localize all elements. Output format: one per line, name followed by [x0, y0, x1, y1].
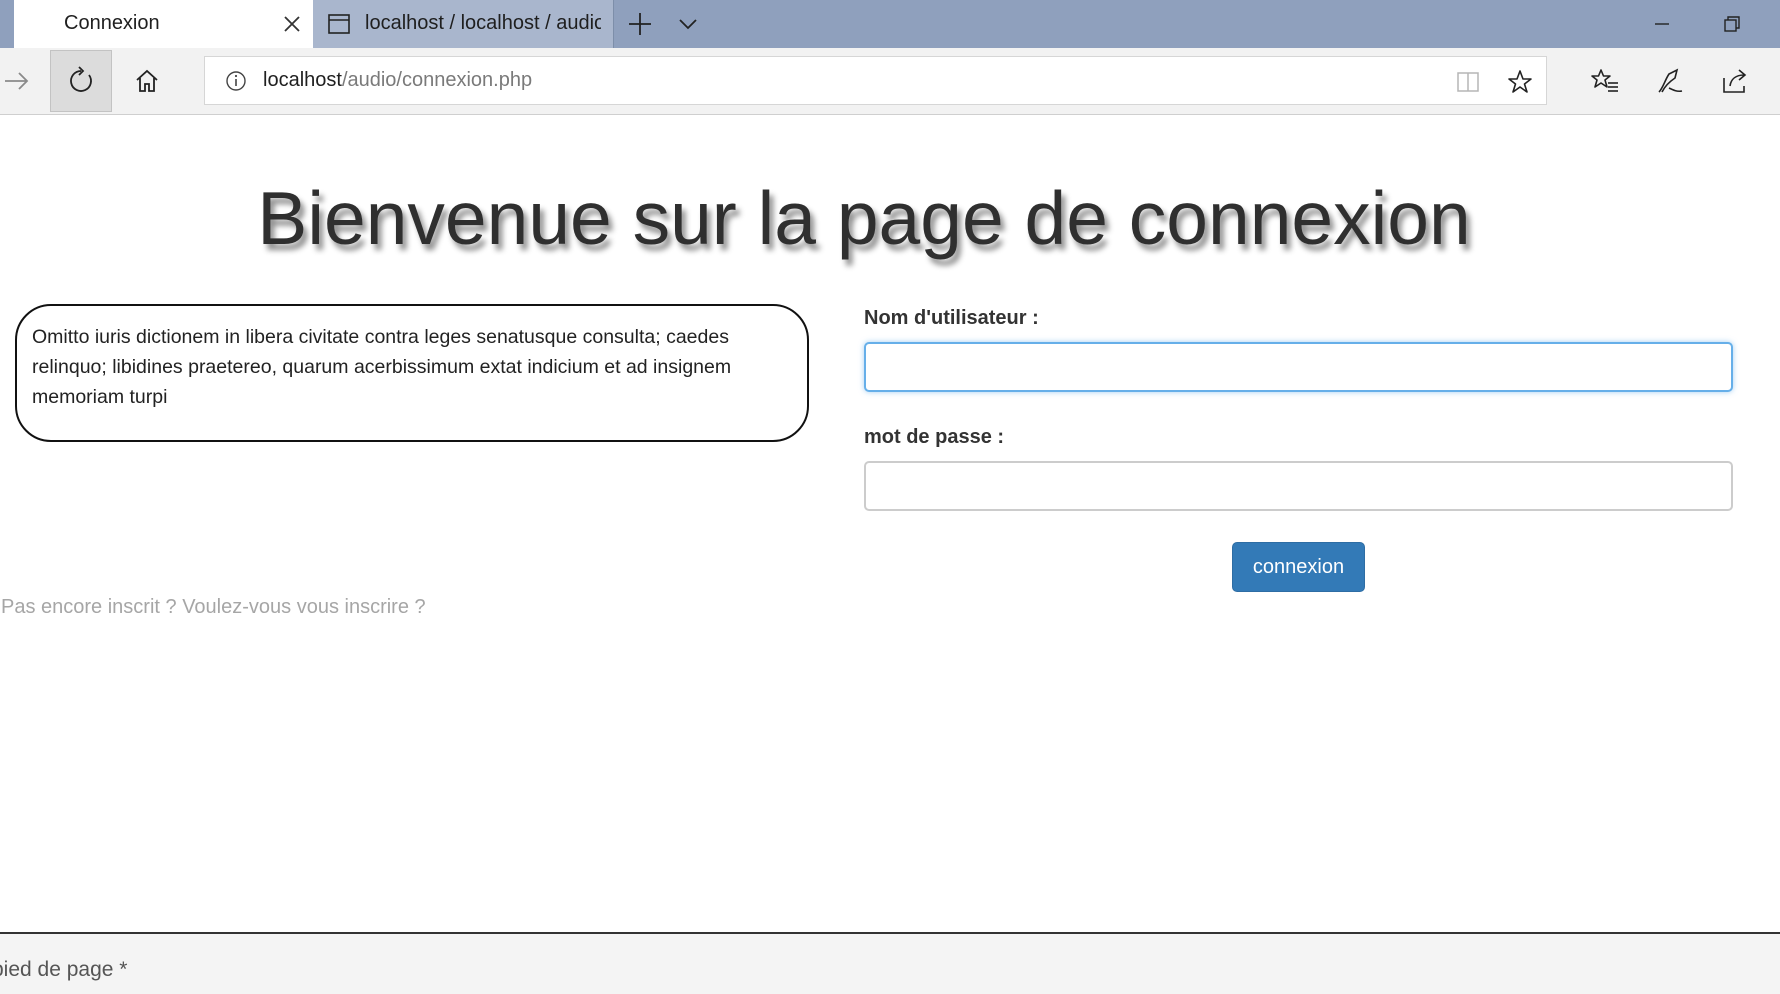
- browser-tabbar: Connexion localhost / localhost / audio: [0, 0, 1780, 48]
- minimize-icon[interactable]: [1648, 10, 1676, 38]
- forward-arrow-icon[interactable]: [0, 50, 48, 112]
- password-input[interactable]: [864, 461, 1733, 511]
- tab-list-chevron-icon[interactable]: [674, 10, 702, 38]
- refresh-icon[interactable]: [50, 50, 112, 112]
- tab-title: Connexion: [64, 12, 160, 34]
- new-tab-icon[interactable]: [626, 10, 654, 38]
- tab-connexion[interactable]: Connexion: [14, 0, 313, 48]
- url-path: /audio/connexion.php: [341, 69, 533, 91]
- intro-text-box: Omitto iuris dictionem in libera civitat…: [15, 304, 809, 442]
- url-text[interactable]: localhost/audio/connexion.php: [263, 69, 532, 92]
- info-icon[interactable]: [225, 70, 247, 92]
- page-icon: [327, 12, 351, 36]
- home-icon[interactable]: [116, 50, 178, 112]
- page-title: Bienvenue sur la page de connexion: [257, 176, 1471, 260]
- reading-view-icon[interactable]: [1455, 69, 1481, 95]
- restore-icon[interactable]: [1717, 10, 1745, 38]
- connexion-button[interactable]: connexion: [1232, 542, 1365, 592]
- favorites-list-icon[interactable]: [1574, 50, 1636, 112]
- address-bar[interactable]: localhost/audio/connexion.php: [204, 56, 1547, 105]
- close-icon[interactable]: [280, 12, 304, 36]
- share-icon[interactable]: [1704, 50, 1766, 112]
- username-label: Nom d'utilisateur :: [864, 307, 1039, 329]
- footer-text: pied de page *: [0, 958, 128, 981]
- register-link[interactable]: Pas encore inscrit ? Voulez-vous vous in…: [1, 596, 426, 619]
- browser-toolbar: localhost/audio/connexion.php: [0, 48, 1780, 115]
- pen-icon[interactable]: [1639, 50, 1701, 112]
- password-label: mot de passe :: [864, 426, 1005, 448]
- tab-title: localhost / localhost / audio: [365, 12, 601, 34]
- favorite-star-icon[interactable]: [1507, 69, 1533, 95]
- tab-phpmyadmin[interactable]: localhost / localhost / audio: [313, 0, 614, 48]
- username-input[interactable]: [864, 342, 1733, 392]
- url-host: localhost: [263, 69, 342, 91]
- page-footer: pied de page *: [0, 932, 1780, 994]
